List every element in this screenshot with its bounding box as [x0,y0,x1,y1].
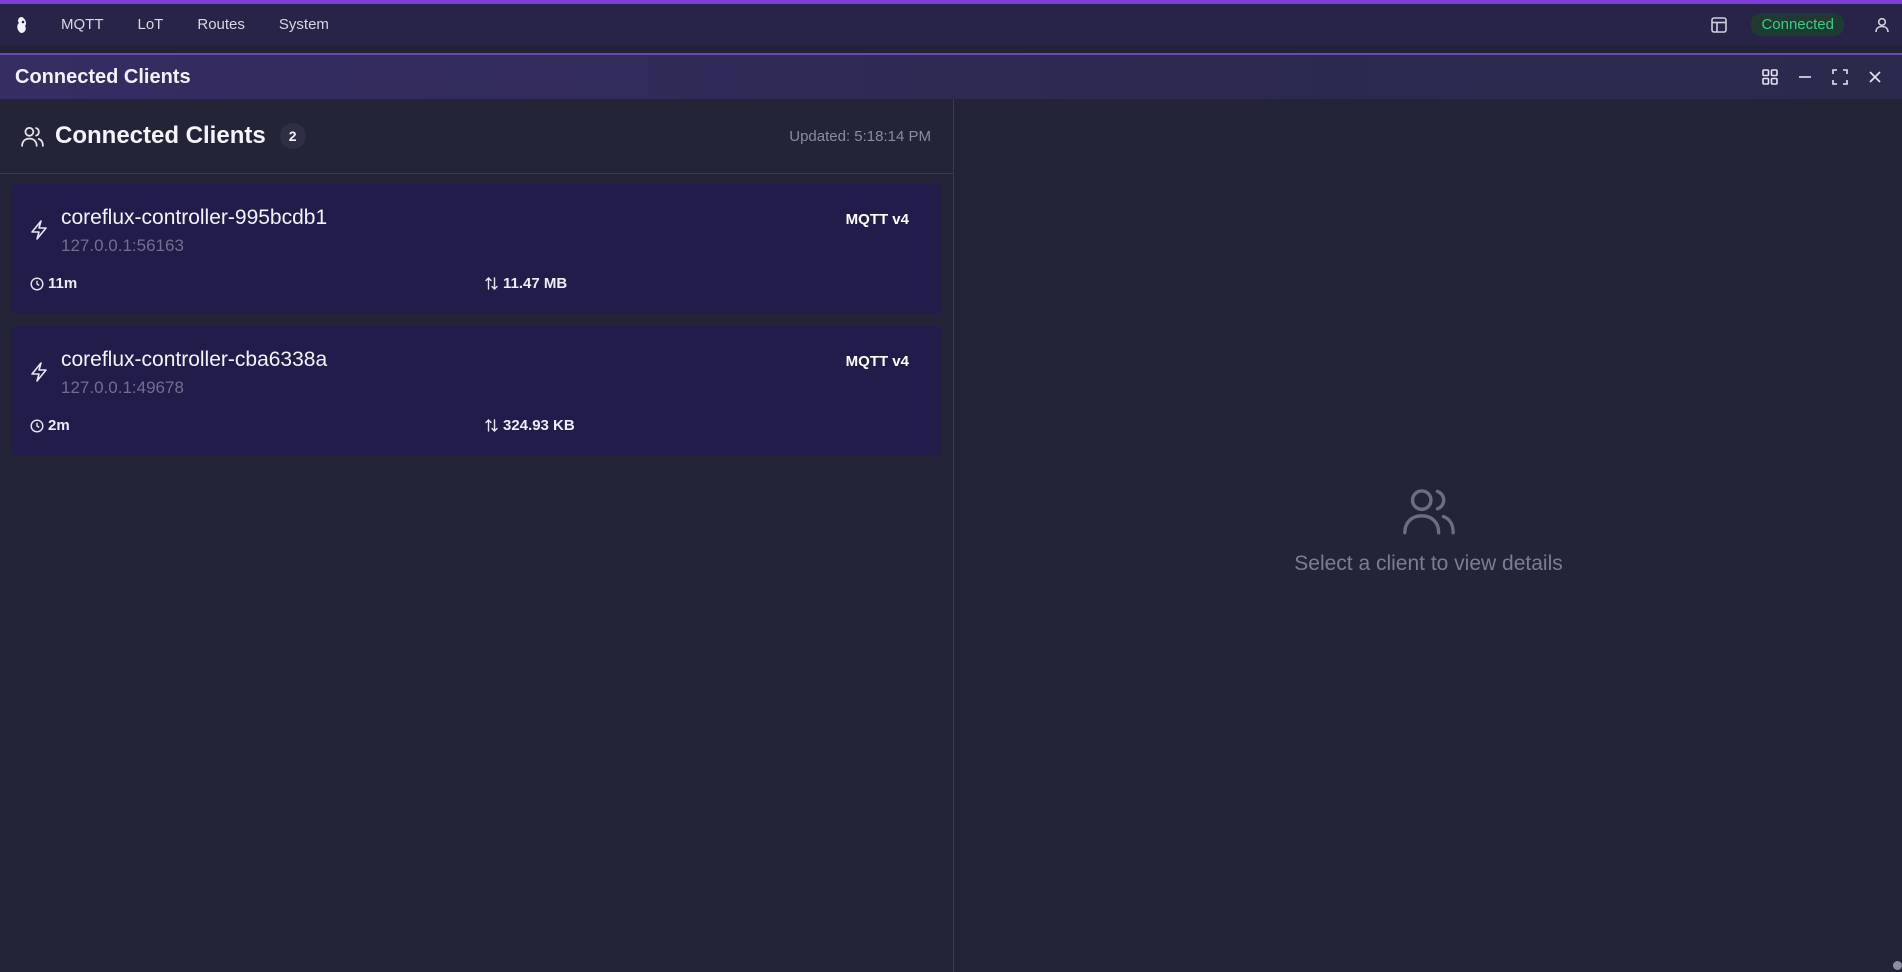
logo[interactable] [0,4,44,45]
maximize-button[interactable] [1822,59,1857,95]
client-uptime: 11m [30,275,77,292]
logo-icon [17,16,26,33]
transfer-arrows-icon [485,419,498,432]
client-data-value: 324.93 KB [503,417,575,434]
clock-icon [30,276,44,291]
user-menu-button[interactable] [1862,4,1902,45]
maximize-icon [1831,69,1848,85]
client-protocol: MQTT v4 [845,353,909,370]
client-list: coreflux-controller-995bcdb1 127.0.0.1:5… [0,174,953,478]
client-data-transfer: 324.93 KB [484,417,575,434]
layout-toggle-button[interactable] [1699,4,1739,45]
details-empty-text: Select a client to view details [1294,552,1563,575]
clients-panel-title: Connected Clients [55,122,266,149]
window-title: Connected Clients [15,65,191,88]
client-address: 127.0.0.1:56163 [61,236,184,255]
details-empty-state: Select a client to view details [955,484,1902,576]
bolt-icon [31,220,47,240]
nav-item-system[interactable]: System [262,4,346,45]
window-header: Connected Clients [0,53,1902,99]
client-uptime: 2m [30,417,70,434]
users-icon [21,126,44,147]
clients-panel-header: Connected Clients 2 Updated: 5:18:14 PM [0,99,953,174]
client-name: coreflux-controller-cba6338a [61,348,328,371]
client-uptime-value: 11m [48,275,78,292]
client-protocol: MQTT v4 [845,211,909,228]
top-navbar: MQTT LoT Routes System Connected [0,0,1902,45]
minimize-button[interactable] [1787,59,1822,95]
nav-item-mqtt[interactable]: MQTT [44,4,121,45]
client-name: coreflux-controller-995bcdb1 [61,206,328,229]
top-right-controls: Connected [1699,4,1902,45]
users-icon [1402,489,1455,535]
nav-item-routes[interactable]: Routes [180,4,262,45]
transfer-arrows-icon [485,277,498,290]
client-card[interactable]: coreflux-controller-995bcdb1 127.0.0.1:5… [11,184,942,314]
minimize-icon [1798,76,1811,78]
bolt-icon [31,362,47,382]
close-icon [1868,71,1881,83]
close-button[interactable] [1857,59,1892,95]
client-data-transfer: 11.47 MB [484,275,567,292]
resize-handle[interactable] [1893,961,1902,970]
clock-icon [30,418,44,433]
client-uptime-value: 2m [48,417,70,434]
nav-item-lot[interactable]: LoT [121,4,181,45]
last-updated-text: Updated: 5:18:14 PM [789,127,931,145]
client-count-badge: 2 [279,123,306,149]
client-data-value: 11.47 MB [503,275,568,292]
client-details-panel: Select a client to view details [955,99,1902,972]
client-card[interactable]: coreflux-controller-cba6338a 127.0.0.1:4… [11,326,942,456]
layout-icon [1711,16,1728,33]
connection-status-badge: Connected [1751,13,1844,36]
window-controls [1752,59,1902,95]
tile-windows-button[interactable] [1752,59,1787,95]
client-address: 127.0.0.1:49678 [61,378,184,397]
user-icon [1875,17,1889,32]
grid-icon [1761,69,1778,85]
clients-list-panel: Connected Clients 2 Updated: 5:18:14 PM … [0,99,954,972]
